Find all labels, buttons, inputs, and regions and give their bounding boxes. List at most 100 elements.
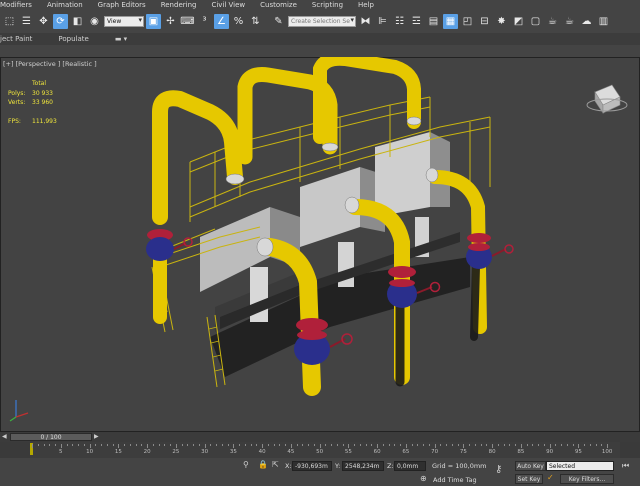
track-tick — [204, 444, 206, 448]
select-rotate-icon[interactable]: ⟳ — [53, 13, 68, 29]
transform-mode-icon[interactable]: ⇱ — [272, 460, 279, 469]
select-by-name-icon[interactable]: ☰ — [19, 14, 34, 29]
track-tick — [331, 444, 332, 446]
scene-render — [9, 57, 628, 422]
track-tick — [520, 444, 522, 448]
track-tick-label: 15 — [114, 449, 122, 455]
track-tick — [417, 444, 419, 446]
viewport-label[interactable]: [+] [Perspective ] [Realistic ] — [3, 60, 97, 68]
track-tick — [440, 444, 442, 446]
keyboard-shortcut-icon[interactable]: ⌨ — [180, 14, 195, 29]
set-keys-icon[interactable]: ✓ — [547, 473, 554, 482]
tab-populate[interactable]: Populate — [58, 35, 88, 43]
z-coord-field[interactable]: 0,0mm — [394, 461, 426, 471]
z-coord-label: Z: — [387, 462, 394, 470]
select-scale-icon[interactable]: ◧ — [70, 14, 85, 29]
curve-editor-icon[interactable]: ◰ — [460, 14, 475, 29]
snap-toggle-icon[interactable]: ³ — [197, 14, 212, 29]
selection-set-dropdown[interactable]: Selected — [546, 461, 614, 471]
stats-verts-label: Verts: — [8, 99, 26, 106]
menu-customize[interactable]: Customize — [260, 1, 297, 9]
rendered-frame-icon[interactable]: ▢ — [528, 14, 543, 29]
spinner-snap-icon[interactable]: ⇅ — [248, 14, 263, 29]
time-tag-icon[interactable]: ⊕ — [420, 474, 427, 483]
track-tick — [601, 444, 603, 446]
track-tick-label: 75 — [459, 449, 467, 455]
edit-named-selection-icon[interactable]: ✎ — [271, 14, 286, 29]
track-tick — [434, 444, 436, 448]
track-bar[interactable]: 5 10 15 20 25 30 35 40 45 50 55 60 65 70 75 80 85 90 95 100 — [0, 442, 640, 458]
mirror-icon[interactable]: ⧓ — [358, 14, 373, 29]
add-time-tag-button[interactable]: Add Time Tag — [433, 476, 477, 484]
pivot-center-icon[interactable]: ▣ — [146, 13, 161, 29]
scene-explorer-icon[interactable]: ☲ — [409, 14, 424, 29]
render-iterative-icon[interactable]: ☕ — [562, 14, 577, 29]
lock-selection-icon[interactable]: 🔒 — [258, 460, 268, 469]
menu-rendering[interactable]: Rendering — [161, 1, 197, 9]
angle-snap-icon[interactable]: ∠ — [214, 13, 229, 29]
key-mode-icon[interactable]: ⚷ — [495, 464, 502, 475]
graphite-tools-icon[interactable]: ▦ — [443, 13, 458, 29]
menu-civil-view[interactable]: Civil View — [211, 1, 245, 9]
grid-size-display: Grid = 100,0mm — [432, 462, 487, 470]
track-tick — [233, 444, 235, 448]
track-tick-label: 70 — [431, 449, 439, 455]
render-in-cloud-icon[interactable]: ☁ — [579, 14, 594, 29]
auto-key-button[interactable]: Auto Key — [515, 461, 546, 471]
track-tick-label: 25 — [172, 449, 180, 455]
track-tick — [262, 444, 263, 448]
named-selection-set-select[interactable]: Create Selection Se — [288, 15, 356, 27]
render-production-icon[interactable]: ☕ — [545, 14, 560, 29]
viewport-statistics: Total Polys: 30 933 Verts: 33 960 FPS: 111,… — [8, 79, 57, 126]
menu-animation[interactable]: Animation — [47, 1, 83, 9]
viewcube[interactable] — [586, 84, 628, 114]
track-tick-label: 55 — [344, 449, 352, 455]
track-tick — [158, 444, 160, 446]
set-key-button[interactable]: Set Key — [515, 474, 543, 484]
render-setup-icon[interactable]: ◩ — [511, 14, 526, 29]
percent-snap-icon[interactable]: % — [231, 14, 246, 29]
layer-explorer-icon[interactable]: ☷ — [392, 14, 407, 29]
track-tick-label: 100 — [601, 449, 613, 455]
time-slider-thumb[interactable]: 0 / 100 — [10, 433, 92, 441]
y-coord-field[interactable]: 2548,234m — [342, 461, 384, 471]
track-tick — [175, 444, 177, 448]
track-tick — [400, 444, 401, 446]
toggle-ribbon-icon[interactable]: ▤ — [426, 14, 441, 29]
track-bar-ruler[interactable]: 5 10 15 20 25 30 35 40 45 50 55 60 65 70 75 80 85 90 95 100 — [30, 442, 620, 458]
track-tick — [359, 444, 361, 446]
x-coord-field[interactable]: -930,693m — [292, 461, 332, 471]
prev-frame-arrow-icon[interactable]: ◀ — [2, 433, 7, 440]
track-tick — [60, 444, 62, 448]
next-frame-arrow-icon[interactable]: ▶ — [94, 433, 99, 440]
select-link-icon[interactable]: ✢ — [163, 14, 178, 29]
track-tick — [469, 444, 470, 446]
select-move-icon[interactable]: ✥ — [36, 14, 51, 29]
time-slider: ◀ 0 / 100 ▶ — [0, 432, 640, 442]
key-filters-button[interactable]: Key Filters... — [560, 474, 614, 484]
track-tick — [181, 444, 183, 446]
go-to-start-icon[interactable]: ⏮ — [622, 461, 629, 471]
a360-gallery-icon[interactable]: ▥ — [596, 14, 611, 29]
menu-scripting[interactable]: Scripting — [312, 1, 343, 9]
track-tick — [589, 444, 591, 446]
schematic-view-icon[interactable]: ⊟ — [477, 14, 492, 29]
align-icon[interactable]: ⊫ — [375, 14, 390, 29]
track-tick — [239, 444, 240, 446]
tab-object-paint[interactable]: ject Paint — [0, 35, 32, 43]
ribbon-options-icon[interactable]: ▬ ▾ — [115, 35, 127, 43]
menu-graph-editors[interactable]: Graph Editors — [98, 1, 146, 9]
select-region-icon[interactable]: ⬚ — [2, 14, 17, 29]
track-tick — [451, 444, 453, 446]
placement-icon[interactable]: ◉ — [87, 14, 102, 29]
track-tick — [561, 444, 562, 446]
menu-modifiers[interactable]: Modifiers — [0, 1, 32, 9]
track-tick — [423, 444, 424, 446]
reference-coord-select[interactable]: View — [104, 15, 144, 27]
menu-help[interactable]: Help — [358, 1, 374, 9]
pin-icon[interactable]: ⚲ — [243, 460, 249, 469]
track-tick — [267, 444, 269, 446]
track-tick — [141, 444, 143, 446]
track-tick — [244, 444, 246, 446]
material-editor-icon[interactable]: ✸ — [494, 14, 509, 29]
